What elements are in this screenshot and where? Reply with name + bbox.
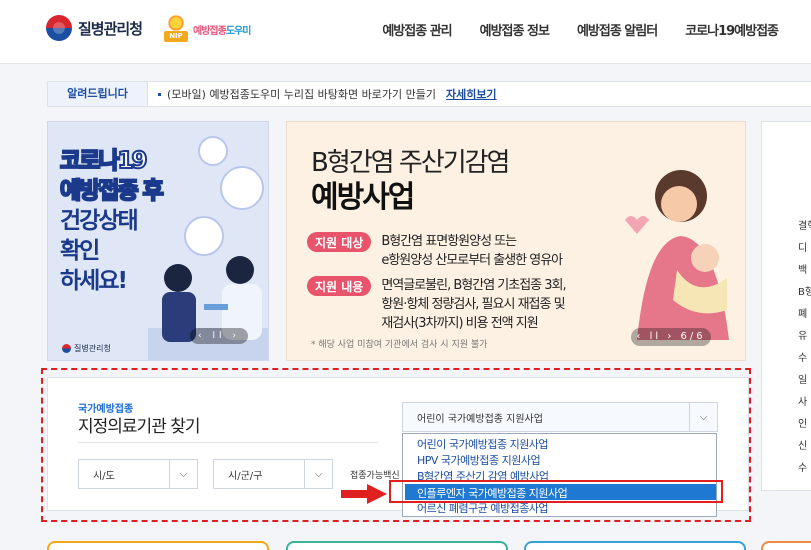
banner-title-line: 건강상태 — [60, 208, 139, 234]
support-content-tag: 지원 내용 — [307, 276, 372, 296]
banner-note: * 해당 사업 미참여 기관에서 검사 시 지원 불가 — [311, 340, 488, 350]
nip-logo[interactable]: NIP 예방접종도우미 — [162, 14, 251, 44]
mother-baby-illustration-icon — [625, 170, 729, 340]
side-list-item[interactable]: 수 — [798, 459, 807, 474]
main-nav: 예방접종 관리 예방접종 정보 예방접종 알림터 코로나19예방접종 — [382, 20, 779, 39]
nav-vaccination-info[interactable]: 예방접종 정보 — [480, 20, 550, 39]
bottom-card[interactable] — [761, 541, 811, 550]
kdca-logo[interactable]: 질병관리청 — [46, 15, 143, 41]
annotation-highlight-box — [389, 480, 723, 503]
support-target-desc: B형간염 표면항원양성 또는 e항원양성 산모로부터 출생한 영유아 — [381, 234, 563, 268]
side-list-item[interactable]: 일 — [798, 371, 807, 386]
dropdown-option[interactable]: HPV 국가예방접종 지원사업 — [417, 452, 541, 468]
org-name: 질병관리청 — [78, 19, 143, 38]
bottom-card[interactable] — [47, 541, 269, 550]
banner-title-line: 예방접종 후 — [59, 177, 165, 205]
side-list-item[interactable]: 유 — [798, 327, 807, 342]
banner-pager[interactable]: ‹ ll › — [190, 328, 248, 344]
side-list-item[interactable]: 폐 — [798, 305, 807, 320]
red-arrow-icon — [341, 484, 387, 504]
bottom-card[interactable] — [286, 541, 508, 550]
side-list-item[interactable]: 인 — [798, 415, 807, 430]
banner-title-line: 확인 — [60, 238, 100, 264]
notice-more-link[interactable]: 자세히보기 — [446, 86, 497, 102]
banner-subtitle: 예방사업 — [311, 180, 415, 215]
dropdown-option[interactable]: 어린이 국가예방접종 지원사업 — [417, 436, 549, 452]
banner-title-line: 하세요! — [60, 268, 128, 294]
side-list-item[interactable]: B형 — [798, 283, 811, 298]
symptom-icon — [198, 136, 228, 166]
side-list-item[interactable]: 결핵 — [798, 217, 811, 232]
site-header: 질병관리청 NIP 예방접종도우미 예방접종 관리 예방접종 정보 예방접종 알… — [0, 0, 811, 64]
notice-text[interactable]: (모바일) 예방접종도우미 누리집 바탕화면 바로가기 만들기 — [167, 86, 436, 102]
taegeuk-icon — [46, 15, 72, 41]
bullet-icon — [158, 92, 161, 96]
bottom-card[interactable] — [524, 541, 746, 550]
support-content-desc: 면역글로불린, B형간염 기초접종 3회, 항원·항체 정량검사, 필요시 재접… — [381, 278, 566, 331]
support-target-tag: 지원 대상 — [307, 232, 372, 252]
side-list-item[interactable]: 백 — [798, 261, 807, 276]
nav-covid19[interactable]: 코로나19예방접종 — [685, 20, 779, 39]
banner-pager[interactable]: ‹ ll › 6/6 — [631, 328, 711, 346]
program-dropdown-list: 어린이 국가예방접종 지원사업 HPV 국가예방접종 지원사업 B형간염 주산기… — [402, 433, 717, 517]
thermometer-icon — [220, 166, 264, 210]
service-name: 예방접종도우미 — [193, 25, 251, 37]
kdca-footer-logo: 질병관리청 — [62, 343, 111, 354]
side-list-item[interactable]: 사 — [798, 393, 807, 408]
covid-banner[interactable]: 코로나19 예방접종 후 건강상태 확인 하세요! ‹ ll › 질병관리청 — [47, 121, 269, 361]
notice-tag: 알려드립니다 — [48, 82, 148, 106]
side-panel: 결핵 디 백 B형 폐 유 수 일 사 인 신 수 — [761, 121, 811, 491]
nav-vaccination-management[interactable]: 예방접종 관리 — [382, 20, 452, 39]
side-list-item[interactable]: 신 — [798, 437, 807, 452]
side-list-item[interactable]: 디 — [798, 239, 807, 254]
hepatitis-b-banner[interactable]: B형간염 주산기감염 예방사업 지원 대상 B형간염 표면항원양성 또는 e항원… — [286, 121, 746, 361]
banner-title-line: 코로나19 — [59, 147, 148, 175]
nav-vaccination-notice[interactable]: 예방접종 알림터 — [577, 20, 658, 39]
nip-sun-icon: NIP — [162, 14, 190, 44]
side-list-item[interactable]: 수 — [798, 349, 807, 364]
notice-bar: 알려드립니다 (모바일) 예방접종도우미 누리집 바탕화면 바로가기 만들기 자… — [47, 81, 811, 107]
